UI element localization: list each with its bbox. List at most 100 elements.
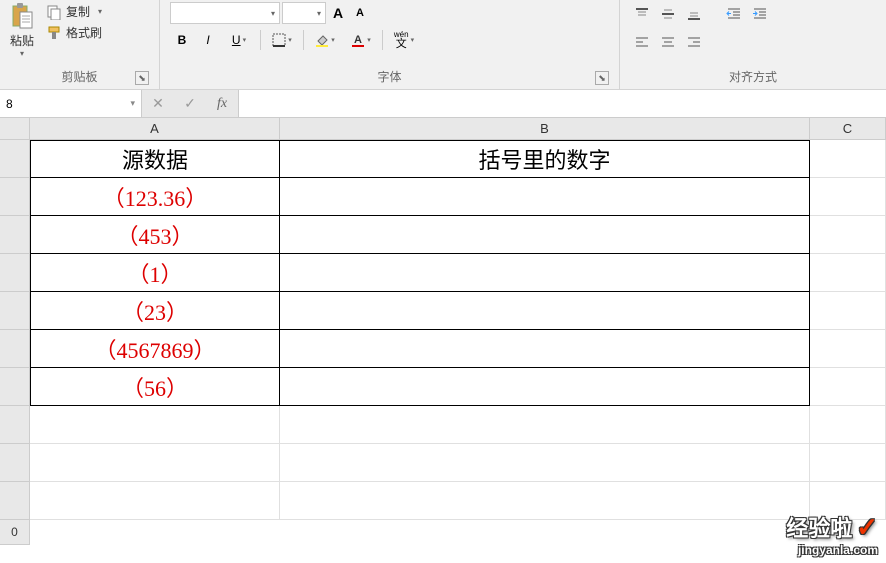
accept-formula-button[interactable]: ✓ [174,90,206,117]
row-header[interactable] [0,216,29,254]
column-header-b[interactable]: B [280,118,810,139]
cell[interactable] [30,482,280,520]
cell[interactable] [280,444,810,482]
cell[interactable] [810,330,886,368]
cell[interactable] [280,330,810,368]
row-header[interactable] [0,292,29,330]
italic-button[interactable]: I [196,28,220,52]
decrease-font-button[interactable]: A [350,2,370,24]
row-header[interactable] [0,140,29,178]
align-left-button[interactable] [630,30,654,54]
cells-area: 源数据 括号里的数字 （123.36） （453） （1） （23） [30,140,886,545]
cell[interactable] [810,406,886,444]
column-header-c[interactable]: C [810,118,886,139]
font-group-label: 字体 ⬊ [166,66,613,89]
column-headers: A B C [0,118,886,140]
separator [260,30,261,50]
font-size-select[interactable]: ▾ [282,2,326,24]
row-header[interactable] [0,406,29,444]
chevron-down-icon: ▾ [98,7,102,16]
cell[interactable] [280,178,810,216]
ribbon-group-font: ▾ ▾ A A B I U▾ ▾ [160,0,620,89]
decrease-indent-button[interactable] [722,2,746,26]
font-name-select[interactable]: ▾ [170,2,280,24]
dialog-launcher-icon[interactable]: ⬊ [595,71,609,85]
align-right-button[interactable] [682,30,706,54]
align-center-button[interactable] [656,30,680,54]
row-header[interactable] [0,254,29,292]
alignment-group-label: 对齐方式 [626,66,880,89]
cell[interactable]: （1） [30,254,280,292]
x-icon: ✕ [152,95,164,112]
watermark-url: jingyanla.com [786,543,878,557]
cell[interactable] [810,216,886,254]
cell[interactable] [30,406,280,444]
underline-button[interactable]: U▾ [222,28,256,52]
cell[interactable] [810,444,886,482]
select-all-corner[interactable] [0,118,30,139]
cell[interactable] [30,444,280,482]
underline-label: U [232,33,241,47]
cancel-formula-button[interactable]: ✕ [142,90,174,117]
bold-button[interactable]: B [170,28,194,52]
cell[interactable] [280,406,810,444]
check-icon: ✓ [184,95,196,112]
align-right-icon [686,34,702,50]
name-box[interactable]: ▾ [0,90,142,117]
insert-function-button[interactable]: fx [206,90,238,117]
row-header[interactable] [0,482,29,520]
align-bottom-button[interactable] [682,2,706,26]
cell[interactable]: （4567869） [30,330,280,368]
cell[interactable] [280,482,810,520]
copy-button[interactable]: 复制 ▾ [42,2,106,21]
column-header-a[interactable]: A [30,118,280,139]
cell[interactable]: 括号里的数字 [280,140,810,178]
cell[interactable] [810,254,886,292]
align-bottom-icon [686,6,702,22]
cell[interactable] [280,368,810,406]
copy-icon [46,4,62,20]
align-center-icon [660,34,676,50]
cell[interactable]: （56） [30,368,280,406]
cell[interactable] [280,292,810,330]
dialog-launcher-icon[interactable]: ⬊ [135,71,149,85]
row-header[interactable] [0,330,29,368]
phonetic-button[interactable]: wén 文 ▾ [387,28,421,52]
row-header[interactable] [0,444,29,482]
ribbon: 粘贴 ▾ 复制 ▾ 格式刷 剪贴板 [0,0,886,90]
watermark: 经验啦 ✓ jingyanla.com [786,511,878,557]
row-headers: 0 [0,140,30,545]
formula-input[interactable] [239,90,886,117]
cell[interactable] [810,140,886,178]
cell[interactable] [810,368,886,406]
cell[interactable] [280,216,810,254]
cell[interactable]: （123.36） [30,178,280,216]
row-header[interactable] [0,368,29,406]
cell[interactable]: （23） [30,292,280,330]
increase-indent-button[interactable] [748,2,772,26]
fill-color-button[interactable]: ▾ [308,28,342,52]
bold-label: B [178,33,187,47]
align-top-button[interactable] [630,2,654,26]
border-button[interactable]: ▾ [265,28,299,52]
cell[interactable]: 源数据 [30,140,280,178]
spreadsheet: A B C 0 源数据 括号里的数字 （123.36） [0,118,886,545]
row-header[interactable]: 0 [0,520,29,545]
increase-font-button[interactable]: A [328,2,348,24]
font-color-button[interactable]: A ▾ [344,28,378,52]
cell[interactable] [810,292,886,330]
cell[interactable] [810,178,886,216]
align-middle-button[interactable] [656,2,680,26]
font-color-icon: A [351,33,365,47]
fill-color-icon [315,33,329,47]
name-box-input[interactable] [6,97,130,111]
paste-icon [10,2,34,30]
cell[interactable]: （453） [30,216,280,254]
format-painter-button[interactable]: 格式刷 [42,23,106,42]
separator [382,30,383,50]
cell[interactable] [280,254,810,292]
paste-button[interactable]: 粘贴 ▾ [6,0,38,60]
row-header[interactable] [0,178,29,216]
italic-label: I [206,33,209,47]
formula-bar: ▾ ✕ ✓ fx [0,90,886,118]
